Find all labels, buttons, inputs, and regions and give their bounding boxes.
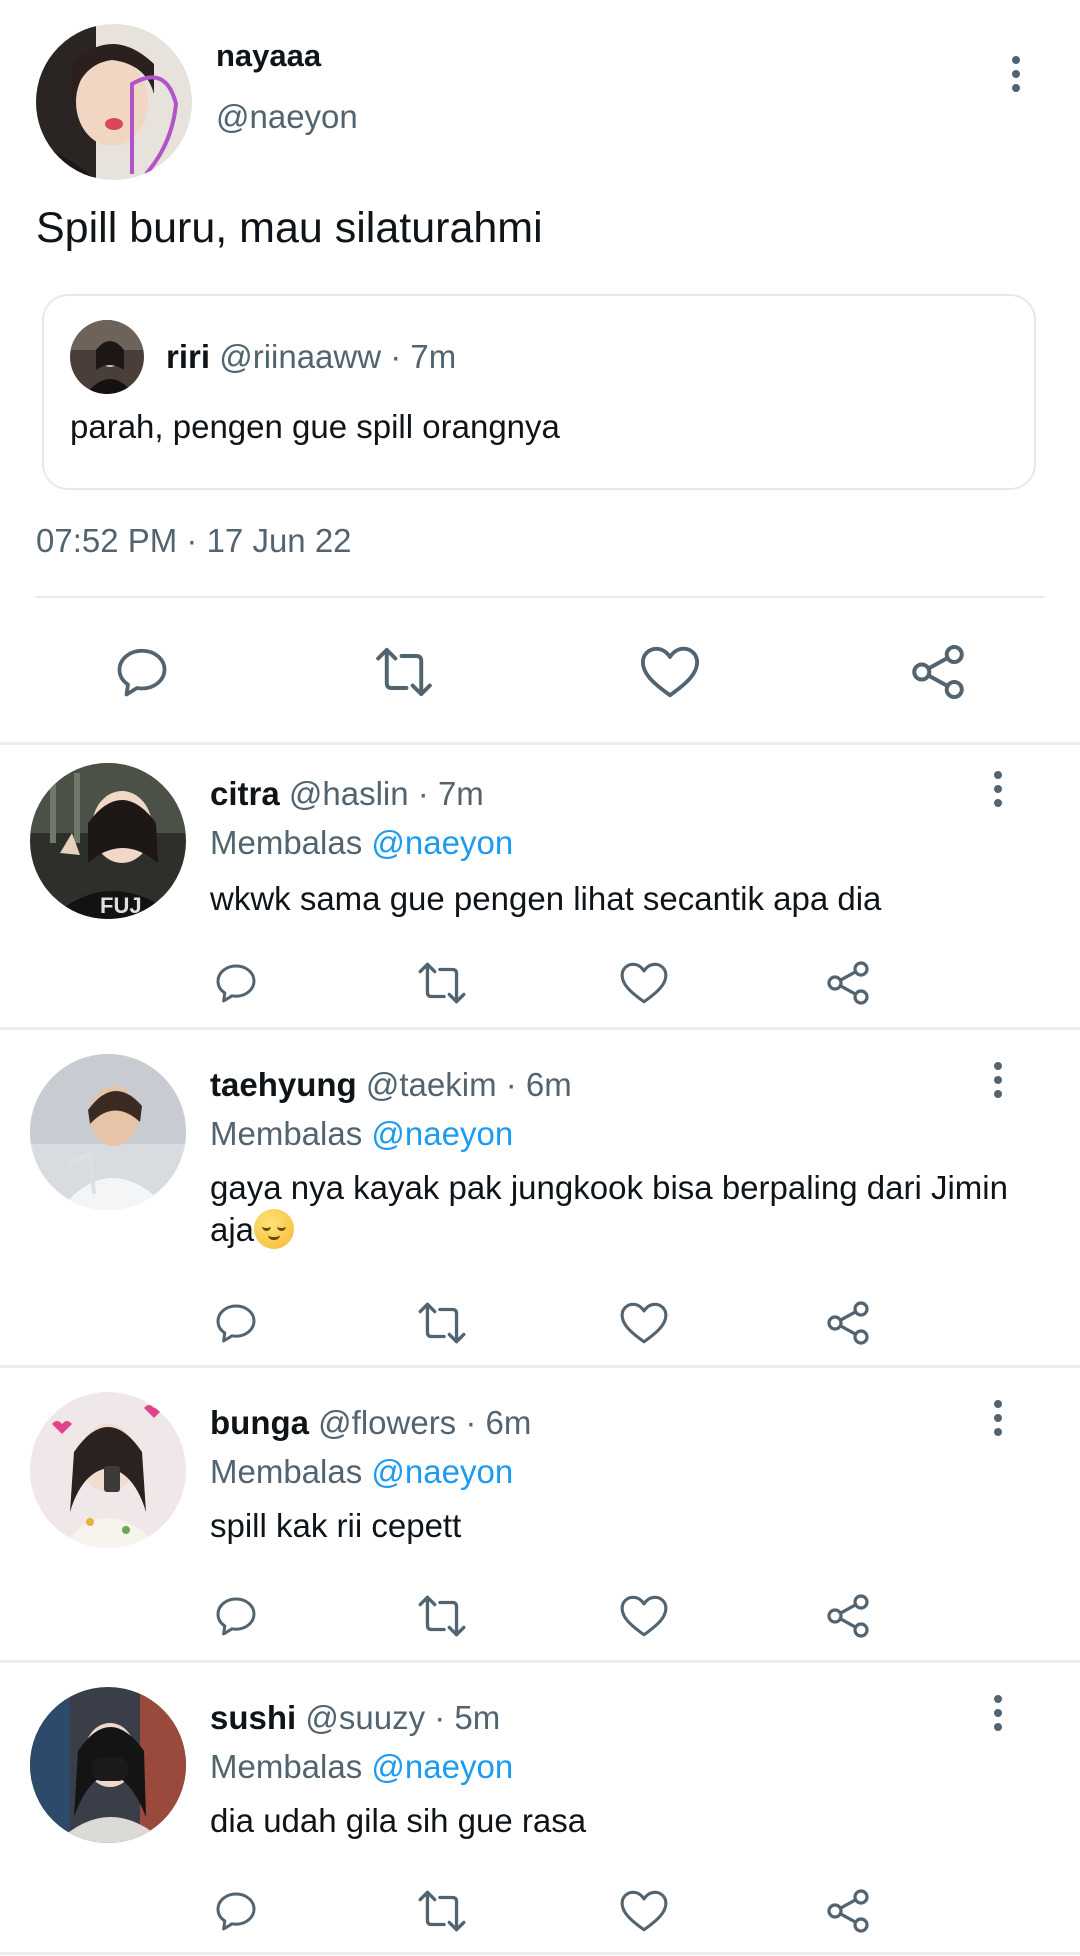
more-vertical-icon[interactable] (994, 1062, 1002, 1098)
retweet-icon[interactable] (412, 953, 472, 1013)
avatar[interactable] (36, 24, 192, 180)
retweet-icon[interactable] (372, 640, 436, 704)
reply-item[interactable]: taehyung @taekim · 6m Membalas @naeyon g… (0, 1030, 1080, 1365)
more-vertical-icon[interactable] (994, 1400, 1002, 1436)
reply-icon[interactable] (206, 1586, 266, 1646)
mention-link[interactable]: @naeyon (371, 824, 513, 861)
more-vertical-icon[interactable] (1012, 56, 1020, 92)
divider (0, 1952, 1080, 1955)
reply-icon[interactable] (206, 1881, 266, 1941)
quoted-tweet-text: parah, pengen gue spill orangnya (70, 408, 560, 445)
avatar[interactable] (30, 1687, 186, 1843)
retweet-icon[interactable] (412, 1881, 472, 1941)
author-name[interactable]: nayaaa (216, 38, 321, 74)
reply-text: gaya nya kayak pak jungkook bisa berpali… (210, 1167, 1010, 1251)
svg-text:FUJ: FUJ (100, 893, 142, 918)
heart-icon[interactable] (638, 640, 702, 704)
replying-prefix: Membalas (210, 1748, 363, 1785)
reply-item[interactable]: bunga @flowers · 6m Membalas @naeyon spi… (0, 1368, 1080, 1660)
relieved-face-emoji (254, 1209, 295, 1249)
quoted-author-meta: @riinaaww · 7m (219, 338, 457, 375)
quoted-tweet[interactable]: riri @riinaaww · 7m parah, pengen gue sp… (42, 294, 1036, 490)
reply-author-name[interactable]: sushi (210, 1699, 296, 1736)
share-icon[interactable] (818, 1586, 878, 1646)
replying-to: Membalas @naeyon (210, 1748, 513, 1786)
reply-icon[interactable] (206, 953, 266, 1013)
mention-link[interactable]: @naeyon (371, 1453, 513, 1490)
avatar (70, 320, 144, 394)
retweet-icon[interactable] (412, 1586, 472, 1646)
replying-prefix: Membalas (210, 1453, 363, 1490)
avatar[interactable]: FUJ (30, 763, 186, 919)
reply-header: taehyung @taekim · 6m (210, 1066, 572, 1104)
reply-author-meta: @haslin · 7m (288, 775, 484, 812)
mention-link[interactable]: @naeyon (371, 1115, 513, 1152)
replying-prefix: Membalas (210, 1115, 363, 1152)
tweet-timestamp: 07:52 PM · 17 Jun 22 (36, 522, 352, 559)
author-handle[interactable]: @naeyon (216, 98, 358, 136)
avatar[interactable] (30, 1054, 186, 1210)
replying-to: Membalas @naeyon (210, 1115, 513, 1153)
replying-to: Membalas @naeyon (210, 1453, 513, 1491)
avatar[interactable] (30, 1392, 186, 1548)
share-icon[interactable] (906, 640, 970, 704)
tweet-text: Spill buru, mau silaturahmi (36, 204, 543, 252)
reply-text-content: gaya nya kayak pak jungkook bisa berpali… (210, 1169, 1008, 1248)
reply-author-meta: @suuzy · 5m (305, 1699, 501, 1736)
reply-header: bunga @flowers · 6m (210, 1404, 531, 1442)
reply-author-meta: @taekim · 6m (365, 1066, 572, 1103)
reply-author-name[interactable]: bunga (210, 1404, 309, 1441)
reply-text: wkwk sama gue pengen lihat secantik apa … (210, 880, 882, 917)
divider (36, 596, 1044, 598)
replying-prefix: Membalas (210, 824, 363, 861)
reply-header: sushi @suuzy · 5m (210, 1699, 500, 1737)
more-vertical-icon[interactable] (994, 1695, 1002, 1731)
share-icon[interactable] (818, 1293, 878, 1353)
reply-author-name[interactable]: taehyung (210, 1066, 357, 1103)
retweet-icon[interactable] (412, 1293, 472, 1353)
reply-text: dia udah gila sih gue rasa (210, 1802, 587, 1839)
reply-item[interactable]: FUJ citra @haslin · 7m Membalas @naeyon … (0, 745, 1080, 1027)
reply-author-meta: @flowers · 6m (318, 1404, 532, 1441)
reply-icon[interactable] (206, 1293, 266, 1353)
reply-item[interactable]: sushi @suuzy · 5m Membalas @naeyon dia u… (0, 1663, 1080, 1953)
main-tweet: nayaaa @naeyon Spill buru, mau silaturah… (0, 0, 1080, 745)
reply-author-name[interactable]: citra (210, 775, 280, 812)
reply-icon[interactable] (110, 640, 174, 704)
share-icon[interactable] (818, 953, 878, 1013)
mention-link[interactable]: @naeyon (371, 1748, 513, 1785)
action-bar (0, 610, 1080, 730)
reply-text: spill kak rii cepett (210, 1507, 462, 1544)
heart-icon[interactable] (614, 1586, 674, 1646)
replying-to: Membalas @naeyon (210, 824, 513, 862)
heart-icon[interactable] (614, 1293, 674, 1353)
share-icon[interactable] (818, 1881, 878, 1941)
quoted-author-name: riri (166, 338, 211, 375)
heart-icon[interactable] (614, 953, 674, 1013)
more-vertical-icon[interactable] (994, 771, 1002, 807)
quoted-tweet-header: riri @riinaaww · 7m (166, 338, 456, 376)
reply-header: citra @haslin · 7m (210, 775, 484, 813)
heart-icon[interactable] (614, 1881, 674, 1941)
tweet-thread-page: nayaaa @naeyon Spill buru, mau silaturah… (0, 0, 1080, 1956)
